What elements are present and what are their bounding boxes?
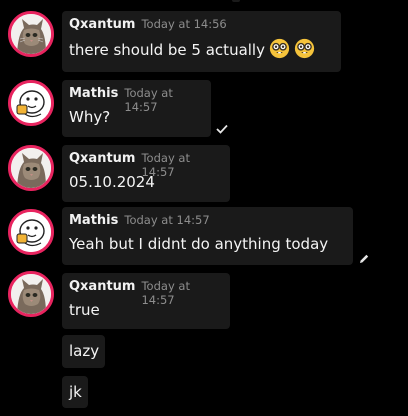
- checkmark-icon: [216, 124, 228, 134]
- message-text-content: there should be 5 actually: [69, 41, 265, 59]
- timestamp: Today at 14:56: [141, 17, 227, 31]
- mathis-avatar[interactable]: [8, 209, 54, 255]
- nerd-face-emoji-icon: [269, 38, 290, 59]
- message-header: Qxantum Today at 14:57: [69, 151, 223, 179]
- message-text: jk: [69, 383, 82, 401]
- message-header: Qxantum Today at 14:56: [69, 17, 334, 35]
- cat-avatar-icon: [11, 148, 51, 188]
- author-name[interactable]: Qxantum: [69, 279, 135, 294]
- author-name[interactable]: Qxantum: [69, 17, 135, 32]
- message-header: Mathis Today at 14:57: [69, 86, 204, 114]
- qxantum-avatar[interactable]: [8, 271, 54, 317]
- nerd-face-emoji-icon: [294, 38, 315, 59]
- followup-message-bubble[interactable]: jk: [62, 376, 88, 408]
- author-name[interactable]: Mathis: [69, 86, 118, 101]
- message-bubble[interactable]: Mathis Today at 14:57 Why?: [62, 80, 211, 137]
- followup-message-bubble[interactable]: lazy: [62, 335, 105, 368]
- timestamp: Today at 14:57: [124, 213, 210, 227]
- message-text: lazy: [69, 342, 100, 360]
- pencil-icon[interactable]: [358, 253, 370, 265]
- cartoon-face-avatar-icon: [11, 83, 51, 123]
- message-bubble[interactable]: Qxantum Today at 14:56 there should be 5…: [62, 11, 341, 72]
- cat-avatar-icon: [11, 274, 51, 314]
- author-name[interactable]: Mathis: [69, 213, 118, 228]
- timestamp: Today at 14:57: [141, 279, 190, 307]
- qxantum-avatar[interactable]: [8, 11, 54, 57]
- message-text: Yeah but I didnt do anything today: [69, 235, 329, 253]
- qxantum-avatar[interactable]: [8, 145, 54, 191]
- mathis-avatar[interactable]: [8, 80, 54, 126]
- message-header: Mathis Today at 14:57: [69, 213, 346, 231]
- message-bubble[interactable]: Mathis Today at 14:57 Yeah but I didnt d…: [62, 207, 353, 265]
- message-header: Qxantum Today at 14:57: [69, 279, 223, 307]
- previous-message-edge: [232, 0, 240, 2]
- chat-thread: Qxantum Today at 14:56 there should be 5…: [0, 0, 408, 416]
- message-bubble[interactable]: Qxantum Today at 14:57 true: [62, 273, 230, 329]
- message-text: there should be 5 actually: [69, 38, 334, 60]
- timestamp: Today at 14:57: [124, 86, 173, 114]
- cartoon-face-avatar-icon: [11, 212, 51, 252]
- message-bubble[interactable]: Qxantum Today at 14:57 05.10.2024: [62, 145, 230, 202]
- author-name[interactable]: Qxantum: [69, 151, 135, 166]
- cat-avatar-icon: [11, 14, 51, 54]
